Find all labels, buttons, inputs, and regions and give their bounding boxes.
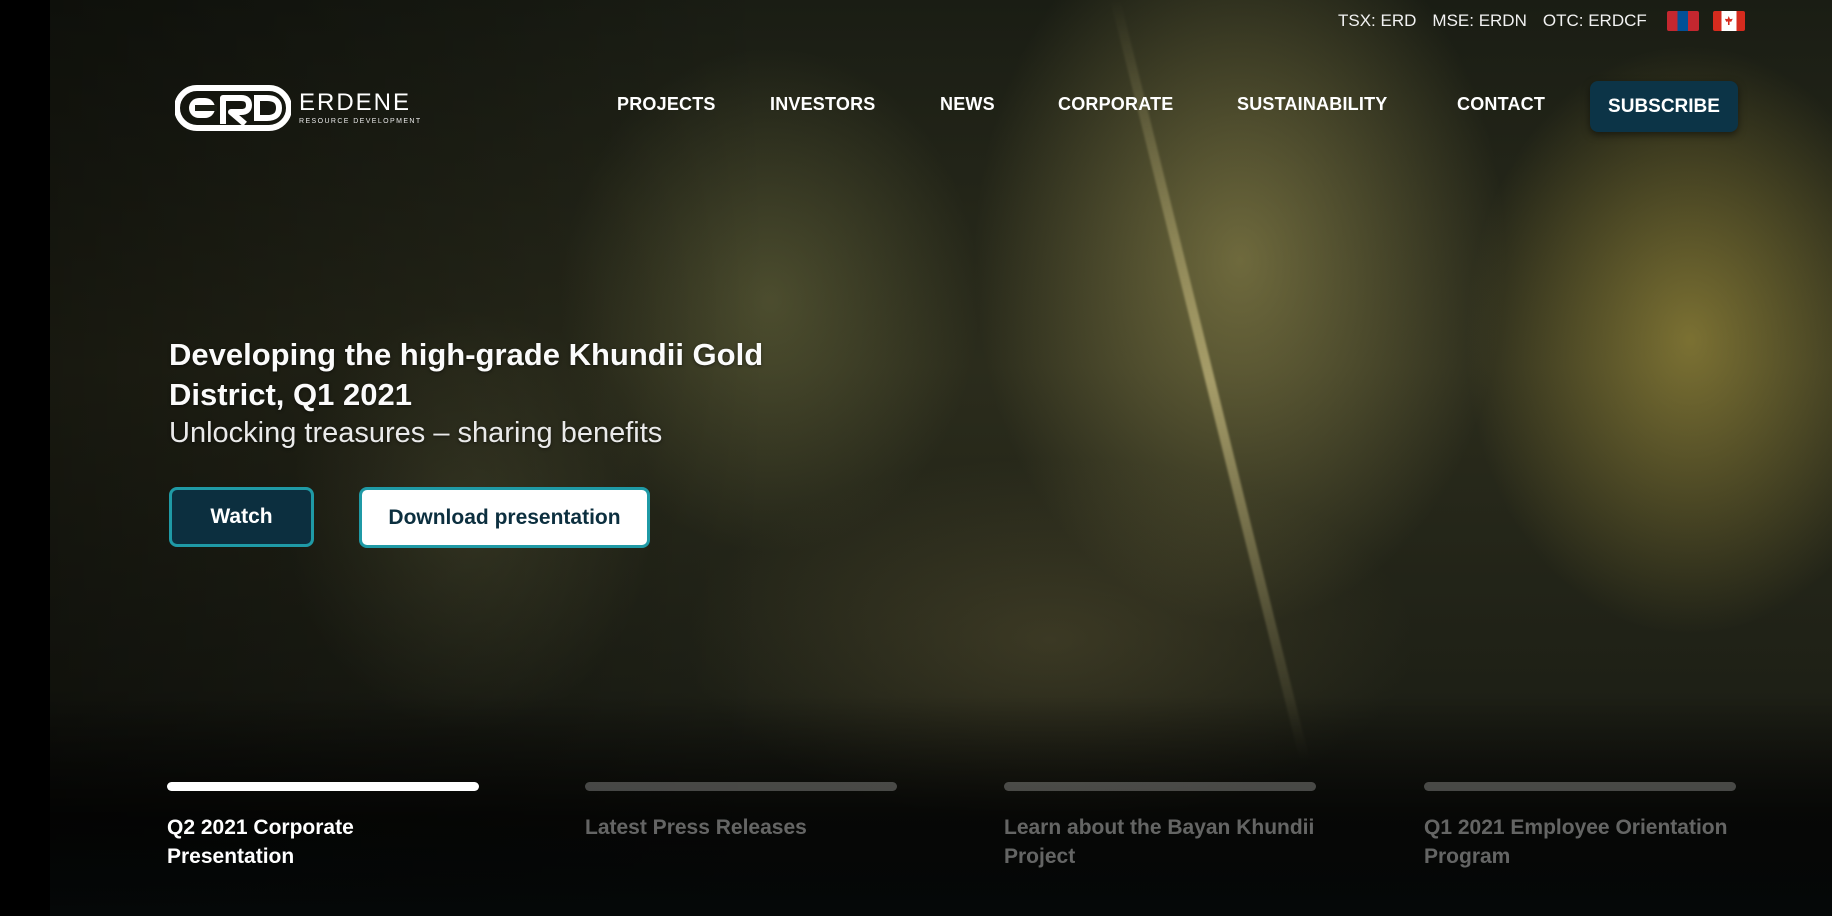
ticker-otc: OTC: ERDCF (1542, 11, 1647, 30)
slide-tab-label: Q2 2021 Corporate Presentation (167, 816, 354, 868)
nav-investors[interactable]: INVESTORS (770, 94, 876, 115)
logo-tagline: RESOURCE DEVELOPMENT (299, 118, 422, 125)
nav-corporate[interactable]: CORPORATE (1058, 94, 1173, 115)
erdene-logo-icon (175, 85, 291, 131)
nav-sustainability[interactable]: SUSTAINABILITY (1237, 94, 1387, 115)
nav-projects[interactable]: PROJECTS (617, 94, 716, 115)
stock-ticker: TSX: ERD MSE: ERDN OTC: ERDCF (1338, 11, 1745, 31)
logo-wordmark: ERDENE RESOURCE DEVELOPMENT (299, 89, 422, 126)
subscribe-button[interactable]: SUBSCRIBE (1590, 81, 1738, 132)
watch-button[interactable]: Watch (169, 487, 314, 547)
slide-tab-label: Learn about the Bayan Khundii Project (1004, 816, 1315, 868)
logo-name: ERDENE (299, 89, 412, 116)
slide-progress-bar (585, 782, 897, 791)
slide-tab-label: Q1 2021 Employee Orientation Program (1424, 816, 1728, 868)
hero-headline: Developing the high-grade Khundii Gold D… (169, 337, 764, 412)
slide-tab-corporate-presentation[interactable]: Q2 2021 Corporate Presentation (167, 782, 479, 871)
logo[interactable]: ERDENE RESOURCE DEVELOPMENT (175, 84, 422, 132)
mongolia-flag-icon[interactable] (1666, 11, 1699, 31)
slide-tab-bayan-khundii[interactable]: Learn about the Bayan Khundii Project (1004, 782, 1316, 871)
slide-tab-label: Latest Press Releases (585, 816, 807, 839)
slide-tab-employee-orientation[interactable]: Q1 2021 Employee Orientation Program (1424, 782, 1736, 871)
ticker-mse: MSE: ERDN (1432, 11, 1527, 30)
ticker-tsx: TSX: ERD (1338, 11, 1417, 30)
left-gutter (0, 0, 50, 916)
download-presentation-button[interactable]: Download presentation (359, 487, 650, 548)
slide-tab-press-releases[interactable]: Latest Press Releases (585, 782, 897, 842)
slide-progress-bar (167, 782, 479, 791)
hero-background (50, 0, 1832, 916)
slide-progress-bar (1424, 782, 1736, 791)
hero-subline: Unlocking treasures – sharing benefits (169, 417, 663, 449)
canada-flag-icon[interactable] (1712, 11, 1745, 31)
language-flags (1666, 11, 1745, 31)
nav-contact[interactable]: CONTACT (1457, 94, 1545, 115)
nav-news[interactable]: NEWS (940, 94, 995, 115)
slide-progress-bar (1004, 782, 1316, 791)
